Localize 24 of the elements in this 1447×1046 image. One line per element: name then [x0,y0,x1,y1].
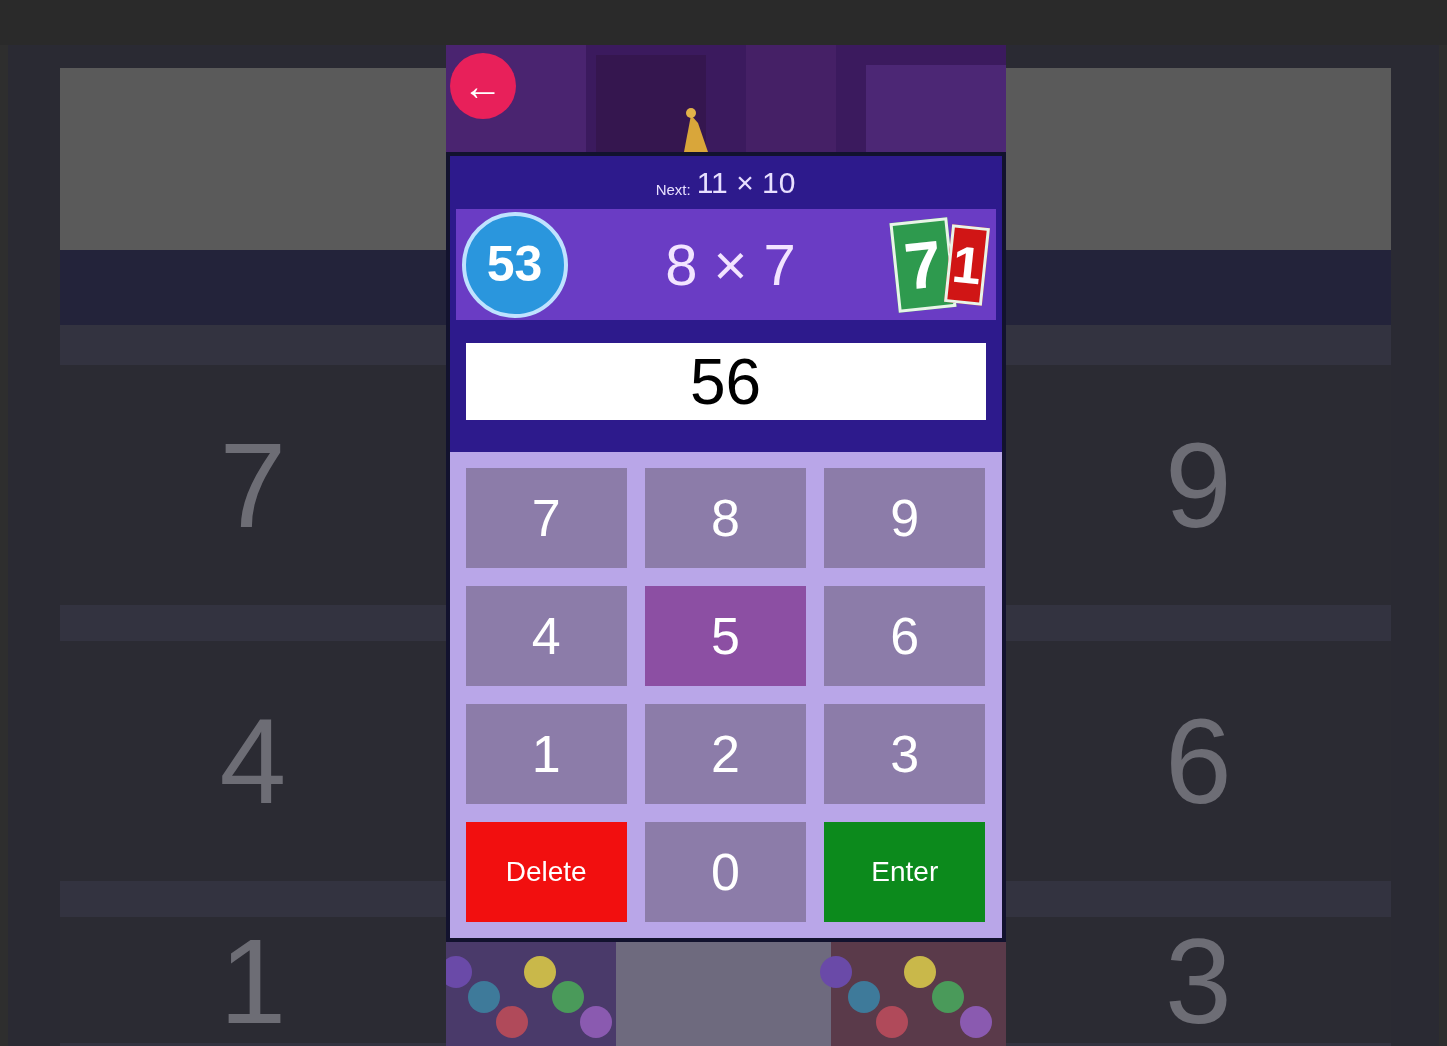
digit-key[interactable]: 6 [824,586,986,686]
digit-key[interactable]: 4 [465,586,627,686]
digit-key[interactable]: 7 [465,468,627,568]
blurred-key: 9 [1005,365,1391,605]
answer-field[interactable]: 56 [465,343,986,421]
blurred-key: 6 [1005,641,1391,881]
next-question: 11 × 10 [696,165,796,202]
number-card: 1 [943,224,990,306]
digit-key[interactable]: 8 [644,468,807,568]
score-badge: 53 [461,211,568,318]
next-label: Next: [655,179,691,200]
digit-key[interactable]: 9 [824,468,986,568]
blurred-key: 7 [60,365,446,605]
digit-key[interactable]: 3 [824,704,986,804]
blurred-key: 3 [1005,917,1391,1043]
blurred-key: 4 [60,641,446,881]
enter-button[interactable]: Enter [824,822,986,922]
delete-button[interactable]: Delete [465,822,627,922]
blurred-key: 1 [60,917,446,1043]
question-text: 8 × 7 [664,231,797,300]
digit-key[interactable]: 1 [465,704,627,804]
digit-key[interactable]: 0 [644,822,807,922]
digit-key[interactable]: 5 [644,586,807,686]
digit-key[interactable]: 2 [644,704,807,804]
